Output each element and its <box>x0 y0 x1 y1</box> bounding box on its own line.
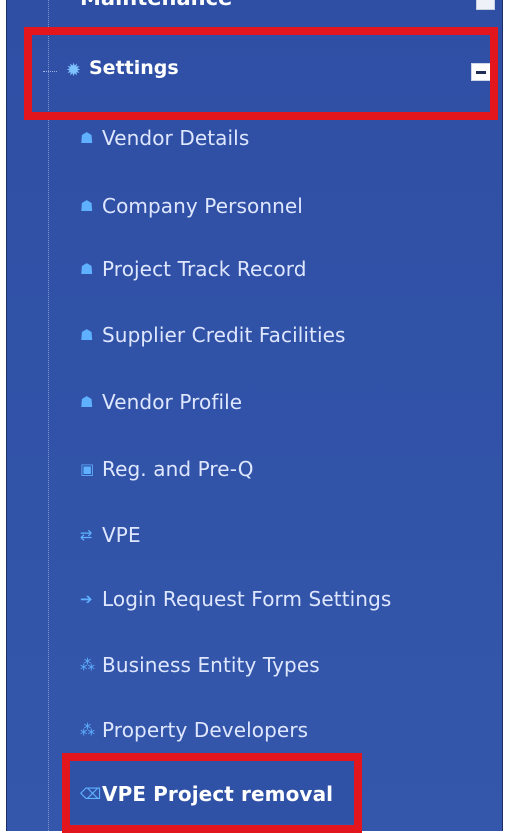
sidebar-item-reg-and-pre-q[interactable]: ▣ Reg. and Pre-Q <box>80 454 254 484</box>
sidebar-item-label: VPE <box>102 523 141 547</box>
user-icon: ☗ <box>80 393 94 411</box>
user-icon: ☗ <box>80 129 94 147</box>
sidebar-item-supplier-credit-facilities[interactable]: ☗ Supplier Credit Facilities <box>80 320 346 350</box>
sidebar-item-maintenance[interactable]: Maintenance <box>80 0 232 10</box>
sidebar-item-label: Project Track Record <box>102 257 307 281</box>
users-icon: ⁂ <box>80 721 95 739</box>
sidebar-item-property-developers[interactable]: ⁂ Property Developers <box>80 715 308 745</box>
user-icon: ☗ <box>80 326 94 344</box>
sidebar-item-business-entity-types[interactable]: ⁂ Business Entity Types <box>80 650 320 680</box>
sidebar-item-label: Vendor Details <box>102 126 250 150</box>
users-icon: ⁂ <box>80 656 95 674</box>
sidebar-item-vendor-profile[interactable]: ☗ Vendor Profile <box>80 387 242 417</box>
sidebar-item-label: Business Entity Types <box>102 653 320 677</box>
sign-in-icon: ➔ <box>80 590 93 608</box>
highlight-box-settings <box>24 27 498 120</box>
sidebar-item-project-track-record[interactable]: ☗ Project Track Record <box>80 254 307 284</box>
sidebar-item-company-personnel[interactable]: ☗ Company Personnel <box>80 191 303 221</box>
user-icon: ☗ <box>80 197 94 215</box>
sidebar-item-vpe[interactable]: ⇄ VPE <box>80 520 141 550</box>
exchange-icon: ⇄ <box>80 526 93 544</box>
sidebar-item-label: Vendor Profile <box>102 390 243 414</box>
id-card-icon: ▣ <box>80 460 95 478</box>
highlight-box-vpe-project-removal <box>62 753 362 833</box>
sidebar-item-label: Reg. and Pre-Q <box>102 457 254 481</box>
sidebar-item-login-request-form-settings[interactable]: ➔ Login Request Form Settings <box>80 584 391 614</box>
sidebar-item-vendor-details[interactable]: ☗ Vendor Details <box>80 123 249 153</box>
user-icon: ☗ <box>80 260 94 278</box>
collapse-toggle[interactable] <box>476 0 495 10</box>
sidebar-item-label: Company Personnel <box>102 194 303 218</box>
tree-line <box>48 0 49 831</box>
sidebar-item-label: Supplier Credit Facilities <box>102 323 346 347</box>
sidebar-item-label: Maintenance <box>80 0 232 10</box>
sidebar-item-label: Login Request Form Settings <box>102 587 392 611</box>
sidebar-item-label: Property Developers <box>102 718 309 742</box>
